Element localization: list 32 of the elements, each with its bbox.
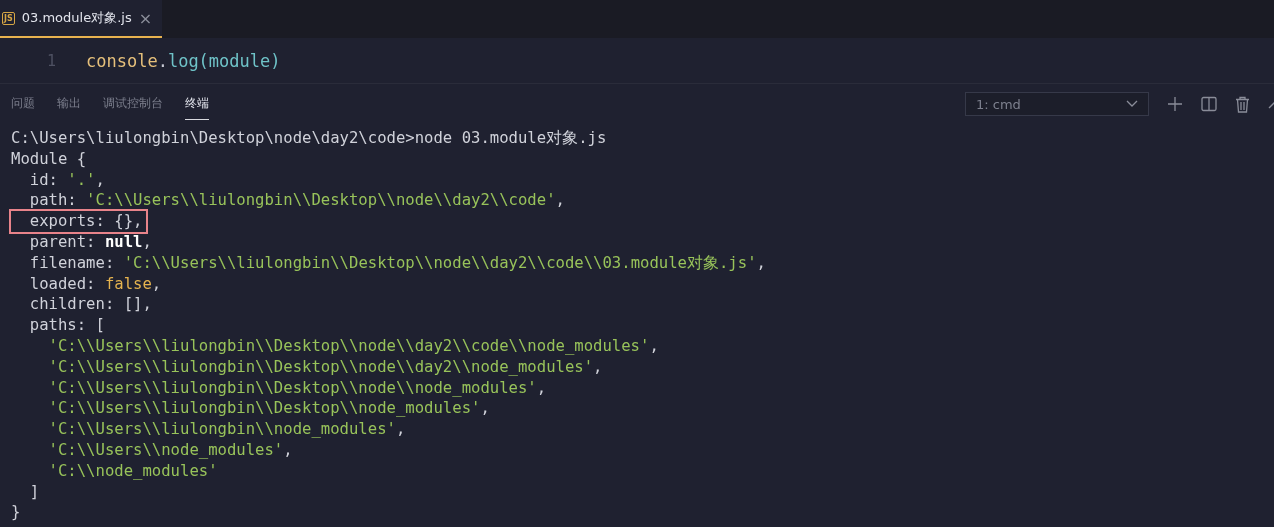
plus-icon[interactable] [1167,96,1183,112]
terminal-line: paths: [ [28,315,105,336]
terminal-line: 'C:\\Users\\liulongbin\\Desktop\\node_modules', [47,398,490,420]
panel-tab[interactable]: 调试控制台 [103,88,163,120]
terminal-line: ] [28,481,40,503]
terminal-line: 'C:\\Users\\liulongbin\\Desktop\\node\\day2\\node_modules', [47,356,603,378]
terminal-line: loaded: false, [28,273,162,295]
terminal-line: 'C:\\Users\\liulongbin\\Desktop\\node\\node_modules', [47,377,547,399]
terminal-line: exports: {}, [11,211,147,232]
terminal-line: C:\Users\liulongbin\Desktop\node\day2\code>node 03.module对象.js [11,128,607,149]
split-icon[interactable] [1201,96,1217,112]
terminal-line: Module { [11,148,87,170]
chevron-down-icon [1126,100,1138,108]
terminal-line: 'C:\\Users\\node_modules', [47,439,293,461]
terminal-select[interactable]: 1: cmd [965,92,1149,116]
terminal-line: 'C:\\Users\\liulongbin\\node_modules', [47,419,406,440]
panel-tab[interactable]: 问题 [11,88,35,120]
terminal-line: 'C:\\Users\\liulongbin\\Desktop\\node\\day2\\code\\node_modules', [47,335,659,357]
trash-icon[interactable] [1235,95,1250,113]
code-line: console.log(module) [86,50,281,71]
js-file-icon: JS [2,11,15,25]
panel-tab[interactable]: 输出 [57,88,81,120]
terminal-line: path: 'C:\\Users\\liulongbin\\Desktop\\node\\day2\\code', [28,190,565,212]
terminal-line: 'C:\\node_modules' [47,460,218,482]
terminal-line: children: [], [28,294,152,316]
terminal-line: filename: 'C:\\Users\\liulongbin\\Desktop\\node\\day2\\code\\03.module对象.js', [28,252,766,274]
editor-tab[interactable]: JS 03.module对象.js × [0,0,163,38]
close-icon[interactable]: × [138,8,153,28]
terminal-line: } [11,502,21,524]
panel-tab[interactable]: 终端 [185,88,209,120]
terminal-line: id: '.', [28,169,105,191]
terminal-line: parent: null, [28,232,152,253]
